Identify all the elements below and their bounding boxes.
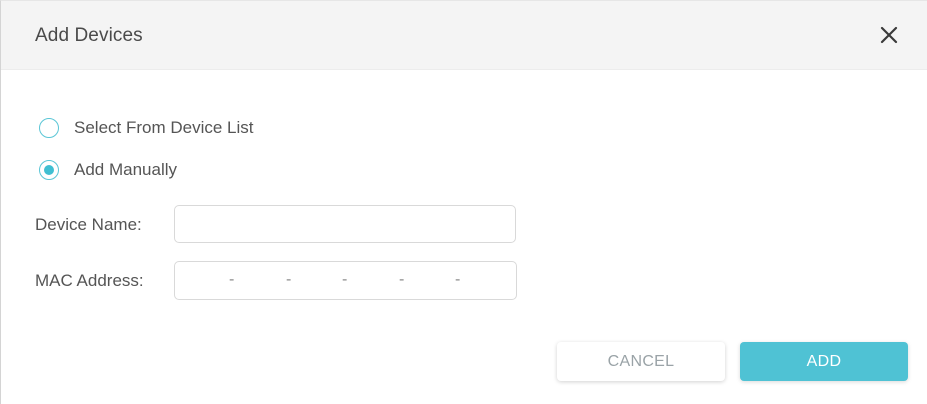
device-name-input[interactable] — [174, 205, 516, 243]
dialog-title: Add Devices — [35, 25, 143, 46]
mac-segment-4[interactable] — [356, 262, 396, 299]
mac-separator: - — [229, 271, 235, 288]
mac-separator: - — [455, 271, 461, 288]
mac-segment-6[interactable] — [469, 262, 509, 299]
mac-separator: - — [286, 271, 292, 288]
radio-select-from-device-list[interactable]: Select From Device List — [39, 117, 254, 139]
mac-segment-3[interactable] — [300, 262, 340, 299]
add-button[interactable]: ADD — [740, 342, 908, 381]
radio-label-select-from-list: Select From Device List — [74, 118, 254, 137]
mac-segment-2[interactable] — [243, 262, 283, 299]
mac-segment-1[interactable] — [187, 262, 227, 299]
mac-address-input[interactable]: - - - - - — [174, 261, 517, 300]
mac-separator: - — [342, 271, 348, 288]
radio-button-add-manually[interactable] — [39, 160, 59, 180]
radio-label-add-manually: Add Manually — [74, 160, 178, 179]
add-devices-dialog: Add Devices Select From Device List Add … — [0, 0, 927, 404]
radio-add-manually[interactable]: Add Manually — [39, 159, 177, 181]
cancel-button[interactable]: CANCEL — [557, 342, 725, 381]
close-button[interactable] — [875, 21, 903, 49]
mac-segment-5[interactable] — [413, 262, 453, 299]
close-icon — [880, 26, 898, 44]
mac-separator: - — [399, 271, 405, 288]
radio-button-select-from-list[interactable] — [39, 118, 59, 138]
mac-address-label: MAC Address: — [35, 271, 144, 290]
device-name-label: Device Name: — [35, 215, 142, 234]
dialog-header: Add Devices — [1, 1, 927, 70]
